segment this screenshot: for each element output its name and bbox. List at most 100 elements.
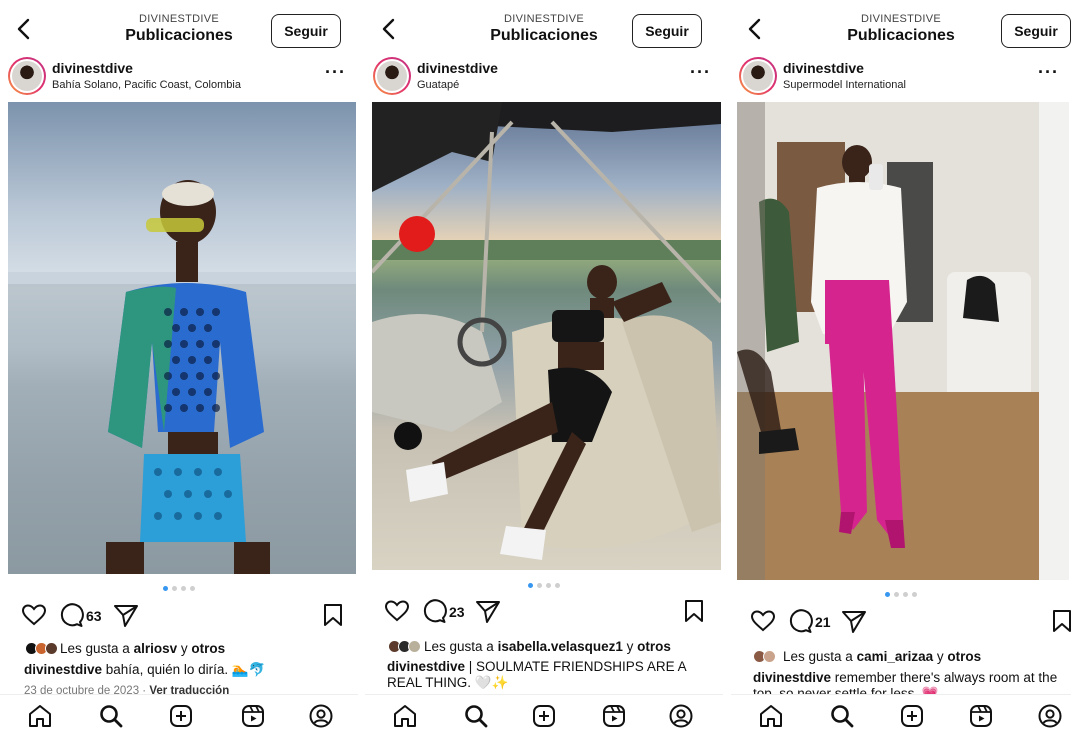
header: DIVINESTDIVE Publicaciones Seguir [365, 0, 723, 52]
likes-row: Les gusta a alriosv y otros [0, 641, 358, 656]
avatar[interactable] [373, 57, 411, 95]
caption-text: bahía, quién lo diría. 🏊🐬 [102, 662, 266, 677]
bottom-nav [731, 694, 1071, 738]
search-icon[interactable] [98, 703, 124, 729]
comment-count: 21 [815, 614, 831, 630]
profile-icon[interactable] [308, 703, 334, 729]
post-header: divinestdive Guatapé ··· [365, 56, 723, 100]
post-header: divinestdive Bahía Solano, Pacific Coast… [0, 56, 358, 100]
avatar[interactable] [739, 57, 777, 95]
post-actions: 21 [731, 608, 1071, 638]
likes-row: Les gusta a isabella.velasquez1 y otros [365, 639, 723, 654]
liker-avatar [763, 650, 776, 663]
carousel-dot [885, 592, 890, 597]
bottom-nav [0, 694, 358, 738]
carousel-dot [903, 592, 908, 597]
more-options-icon[interactable]: ··· [690, 62, 711, 83]
follow-button[interactable]: Seguir [271, 14, 341, 48]
likes-joiner: y [177, 641, 192, 656]
post-actions: 63 [0, 602, 358, 632]
follow-button[interactable]: Seguir [1001, 14, 1071, 48]
likes-joiner: y [933, 649, 948, 664]
paper-plane-icon[interactable] [113, 602, 139, 628]
home-icon[interactable] [758, 703, 784, 729]
post-photo[interactable] [372, 102, 721, 570]
bookmark-icon[interactable] [1049, 608, 1071, 634]
carousel-dot [181, 586, 186, 591]
carousel-indicator [731, 592, 1071, 597]
new-post-icon[interactable] [531, 703, 557, 729]
likes-prefix: Les gusta a [60, 641, 134, 656]
paper-plane-icon[interactable] [475, 598, 501, 624]
caption: divinestdive bahía, quién lo diría. 🏊🐬 [24, 662, 348, 678]
new-post-icon[interactable] [168, 703, 194, 729]
liker-username[interactable]: isabella.velasquez1 [498, 639, 623, 654]
heart-icon[interactable] [384, 598, 410, 624]
reels-icon[interactable] [601, 703, 627, 729]
comment-bubble-icon[interactable] [787, 608, 813, 634]
avatar[interactable] [8, 57, 46, 95]
location[interactable]: Bahía Solano, Pacific Coast, Colombia [52, 79, 241, 91]
likes-prefix: Les gusta a [783, 649, 857, 664]
post-photo[interactable] [8, 102, 356, 574]
carousel-dot [894, 592, 899, 597]
location[interactable]: Supermodel International [783, 79, 906, 91]
heart-icon[interactable] [750, 608, 776, 634]
likes-others-link[interactable]: otros [947, 649, 981, 664]
carousel-dot [537, 583, 542, 588]
reels-icon[interactable] [968, 703, 994, 729]
carousel-dot [190, 586, 195, 591]
caption-username[interactable]: divinestdive [753, 670, 831, 685]
liker-username[interactable]: cami_arizaa [857, 649, 934, 664]
search-icon[interactable] [829, 703, 855, 729]
post-photo[interactable] [737, 102, 1069, 580]
bottom-nav [365, 694, 723, 738]
likes-joiner: y [622, 639, 638, 654]
carousel-dot [912, 592, 917, 597]
post-header: divinestdive Supermodel International ··… [731, 56, 1071, 100]
follow-button[interactable]: Seguir [632, 14, 702, 48]
post-panel-1: DIVINESTDIVE Publicaciones Seguir divine… [0, 0, 358, 738]
profile-icon[interactable] [668, 703, 694, 729]
carousel-dot [172, 586, 177, 591]
new-post-icon[interactable] [899, 703, 925, 729]
more-options-icon[interactable]: ··· [1038, 62, 1059, 83]
profile-icon[interactable] [1037, 703, 1063, 729]
likes-others-link[interactable]: otros [637, 639, 671, 654]
post-panel-3: DIVINESTDIVE Publicaciones Seguir divine… [731, 0, 1071, 738]
caption-username[interactable]: divinestdive [24, 662, 102, 677]
header: DIVINESTDIVE Publicaciones Seguir [731, 0, 1071, 52]
carousel-indicator [0, 586, 358, 591]
photo-illustration [372, 102, 721, 560]
likes-others-link[interactable]: otros [191, 641, 225, 656]
likes-text: Les gusta a cami_arizaa y otros [753, 649, 981, 664]
carousel-dot [163, 586, 168, 591]
bookmark-icon[interactable] [320, 602, 346, 628]
home-icon[interactable] [392, 703, 418, 729]
photo-illustration [737, 102, 1069, 580]
paper-plane-icon[interactable] [841, 608, 867, 634]
more-options-icon[interactable]: ··· [325, 62, 346, 83]
reels-icon[interactable] [240, 703, 266, 729]
heart-icon[interactable] [21, 602, 47, 628]
caption-username[interactable]: divinestdive [387, 659, 465, 674]
search-icon[interactable] [463, 703, 489, 729]
liker-avatar [408, 640, 421, 653]
home-icon[interactable] [27, 703, 53, 729]
photo-illustration [8, 180, 356, 574]
username[interactable]: divinestdive [783, 60, 864, 76]
likes-row: Les gusta a cami_arizaa y otros [731, 649, 1071, 664]
liker-username[interactable]: alriosv [134, 641, 178, 656]
comment-bubble-icon[interactable] [421, 598, 447, 624]
bookmark-icon[interactable] [681, 598, 707, 624]
username[interactable]: divinestdive [52, 60, 133, 76]
liker-avatar [45, 642, 58, 655]
username[interactable]: divinestdive [417, 60, 498, 76]
post-panel-2: DIVINESTDIVE Publicaciones Seguir divine… [365, 0, 723, 738]
location[interactable]: Guatapé [417, 79, 459, 91]
likes-text: Les gusta a isabella.velasquez1 y otros [388, 639, 671, 654]
caption: divinestdive | SOULMATE FRIENDSHIPS ARE … [387, 659, 713, 691]
post-actions: 23 [365, 598, 723, 628]
comment-bubble-icon[interactable] [58, 602, 84, 628]
likes-prefix: Les gusta a [424, 639, 498, 654]
